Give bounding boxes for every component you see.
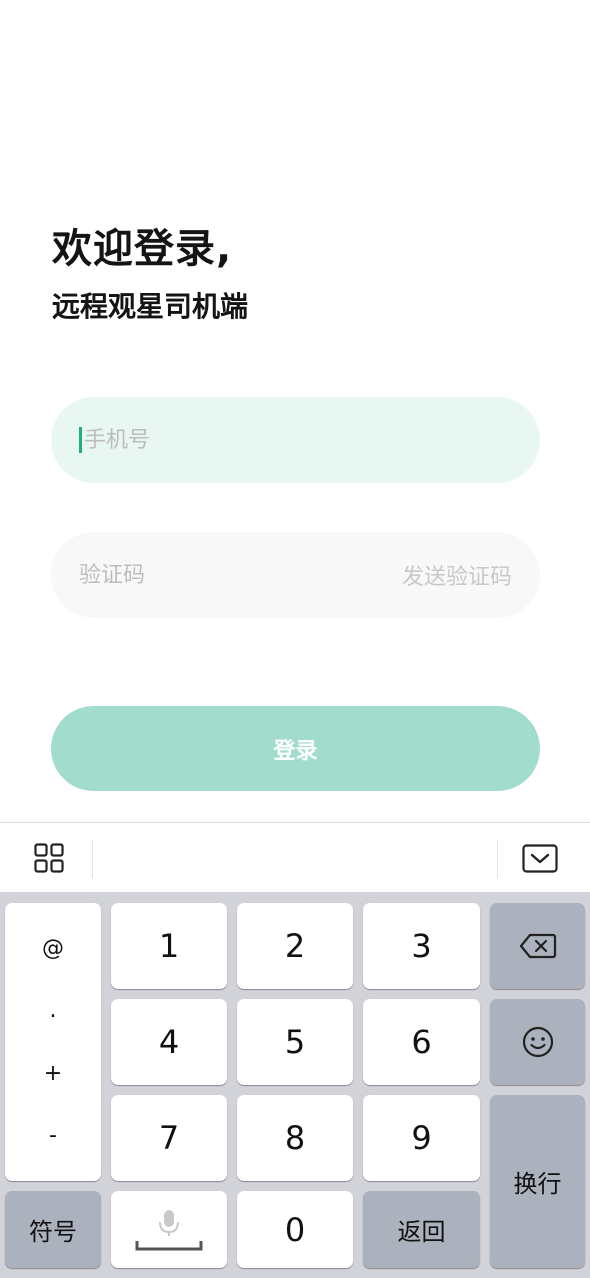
key-3[interactable]: 3 xyxy=(363,903,480,989)
symbol-key[interactable]: 符号 xyxy=(5,1191,101,1268)
text-caret xyxy=(79,427,82,453)
key-1[interactable]: 1 xyxy=(111,903,227,989)
symbol-column-key[interactable]: @ . + - xyxy=(5,903,101,1181)
phone-input[interactable] xyxy=(84,427,512,453)
send-code-button[interactable]: 发送验证码 xyxy=(402,559,512,591)
keyboard-hide-icon[interactable] xyxy=(522,844,558,873)
key-8[interactable]: 8 xyxy=(237,1095,353,1181)
toolbar-divider xyxy=(92,840,93,878)
backspace-icon xyxy=(519,933,556,959)
toolbar-divider xyxy=(497,840,498,878)
phone-field[interactable] xyxy=(51,397,540,483)
newline-key[interactable]: 换行 xyxy=(490,1095,585,1268)
keyboard: @ . + - 1 2 3 4 5 6 7 8 9 换行 符号 0 返回 xyxy=(0,892,590,1278)
code-input[interactable] xyxy=(79,562,402,588)
key-2[interactable]: 2 xyxy=(237,903,353,989)
login-button[interactable]: 登录 xyxy=(51,706,540,791)
login-screen: 欢迎登录, 远程观星司机端 发送验证码 登录 xyxy=(0,0,590,822)
key-6[interactable]: 6 xyxy=(363,999,480,1085)
emoji-key[interactable] xyxy=(490,999,585,1085)
emoji-icon xyxy=(522,1026,553,1058)
space-key[interactable] xyxy=(111,1191,227,1268)
key-0[interactable]: 0 xyxy=(237,1191,353,1268)
keyboard-toolbar xyxy=(0,822,590,892)
backspace-key[interactable] xyxy=(490,903,585,989)
page-title: 欢迎登录, xyxy=(52,226,233,272)
key-4[interactable]: 4 xyxy=(111,999,227,1085)
key-9[interactable]: 9 xyxy=(363,1095,480,1181)
page-subtitle: 远程观星司机端 xyxy=(52,290,249,323)
key-5[interactable]: 5 xyxy=(237,999,353,1085)
symbol-minus: - xyxy=(49,1123,57,1149)
code-field[interactable]: 发送验证码 xyxy=(51,532,540,618)
symbol-at: @ xyxy=(42,935,64,961)
key-7[interactable]: 7 xyxy=(111,1095,227,1181)
symbol-plus: + xyxy=(43,1060,63,1086)
symbol-dot: . xyxy=(49,998,57,1024)
return-key[interactable]: 返回 xyxy=(363,1191,480,1268)
microphone-icon xyxy=(135,1209,203,1250)
grid-icon[interactable] xyxy=(34,843,64,873)
